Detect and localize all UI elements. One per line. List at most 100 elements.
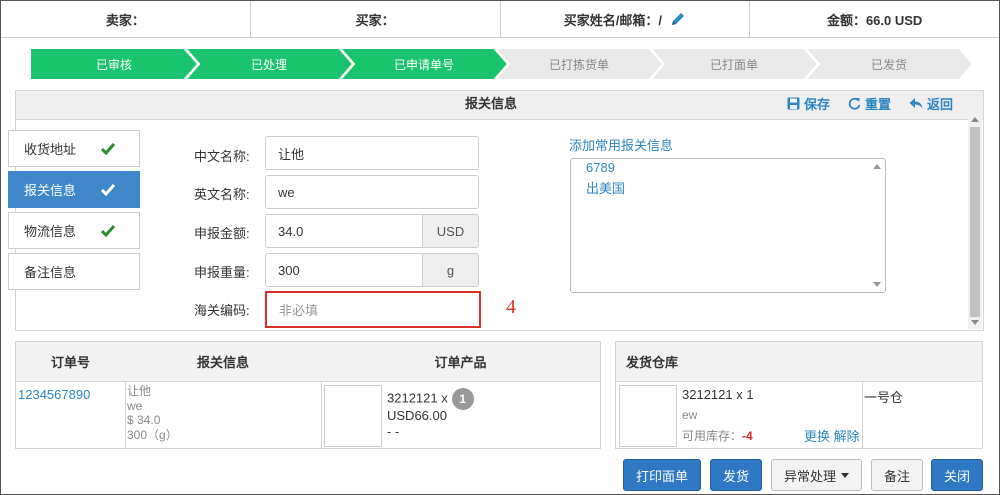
reset-label: 重置 <box>864 97 891 112</box>
declared-weight-label: 申报重量: <box>194 265 250 280</box>
product-sku-line: 3212121 x1 <box>387 388 474 410</box>
step-label: 已打面单 <box>709 57 758 72</box>
order-number-link[interactable]: 1234567890 <box>18 387 90 402</box>
buyer-label: 买家： <box>355 12 395 28</box>
unbind-warehouse-link[interactable]: 解除 <box>834 429 860 444</box>
declared-amount-label: 申报金额: <box>194 226 250 241</box>
exception-dropdown-button[interactable]: 异常处理 <box>771 459 862 491</box>
exception-label: 异常处理 <box>783 468 836 484</box>
scroll-up-arrow-icon[interactable] <box>873 164 881 169</box>
column-header-order-no: 订单号 <box>16 342 125 382</box>
note-button[interactable]: 备注 <box>871 459 923 491</box>
customs-template-list[interactable]: 6789 出美国 <box>570 158 886 293</box>
floppy-save-icon <box>787 97 800 110</box>
hs-code-input[interactable]: 非必填 <box>265 291 481 328</box>
column-header-order-products: 订单产品 <box>321 342 600 382</box>
checkmark-icon <box>101 143 115 155</box>
template-item[interactable]: 6789 <box>586 160 615 175</box>
save-button[interactable]: 保存 <box>787 94 830 113</box>
ship-button[interactable]: 发货 <box>710 459 762 491</box>
step-4: 已打拣货单 <box>495 48 663 80</box>
caret-down-icon <box>841 472 849 478</box>
panel-scrollbar[interactable] <box>968 113 982 329</box>
add-common-customs-link[interactable]: 添加常用报关信息 <box>569 135 673 154</box>
product-sku: 3212121 x <box>387 390 448 406</box>
scroll-down-arrow-icon[interactable] <box>971 320 979 325</box>
column-header-customs-info: 报关信息 <box>125 342 321 382</box>
save-label: 保存 <box>803 97 830 112</box>
amount-label: 金额：66.0 USD <box>826 12 923 28</box>
column-divider <box>862 382 863 449</box>
warehouse-sku-line: 3212121 x 1 <box>682 387 754 402</box>
print-label-button[interactable]: 打印面单 <box>623 459 701 491</box>
close-button[interactable]: 关闭 <box>931 459 983 491</box>
product-price: USD66.00 <box>387 408 447 423</box>
column-divider <box>125 382 126 449</box>
seller-cell: 卖家： <box>1 1 251 37</box>
nav-item-label: 报关信息 <box>24 183 77 198</box>
step-2: 已处理 <box>185 48 353 80</box>
customs-panel-actions: 保存 重置 返回 <box>787 94 953 113</box>
customs-panel-header: 报关信息 保存 重置 返回 <box>16 91 983 120</box>
column-divider <box>321 382 322 449</box>
available-stock-value: -4 <box>742 429 753 443</box>
customs-weight: 300（g） <box>127 427 178 442</box>
step-label: 已申请单号 <box>393 57 454 72</box>
refresh-icon <box>848 97 861 110</box>
scroll-down-arrow-icon[interactable] <box>873 282 881 287</box>
cn-name-label: 中文名称: <box>194 149 250 164</box>
warehouse-product-thumbnail <box>619 385 677 447</box>
order-customs-info: 让他 we $ 34.0 300（g） <box>127 384 178 442</box>
template-item[interactable]: 出美国 <box>586 178 625 197</box>
step-label: 已处理 <box>250 57 287 72</box>
warehouse-actions: 更换 解除 <box>804 426 860 445</box>
product-extra: - - <box>387 424 400 439</box>
buyer-cell: 买家： <box>251 1 501 37</box>
scrollbar-thumb[interactable] <box>970 127 980 317</box>
product-thumbnail <box>324 385 382 447</box>
declared-weight-unit: g <box>423 253 479 287</box>
buyer-name-email-label: 买家姓名/邮箱：/ <box>563 12 662 28</box>
nav-item-label: 物流信息 <box>24 224 77 239</box>
hs-code-label: 海关编码: <box>194 303 250 318</box>
back-button[interactable]: 返回 <box>909 94 953 113</box>
warehouse-table: 发货仓库 3212121 x 1 ew 可用库存：-4 更换 解除 一号仓 <box>615 341 983 449</box>
step-3: 已申请单号 <box>340 48 508 80</box>
checkmark-icon <box>101 184 115 196</box>
quantity-badge: 1 <box>451 388 474 410</box>
available-stock: 可用库存：-4 <box>682 427 753 444</box>
en-name-label: 英文名称: <box>194 187 250 202</box>
change-warehouse-link[interactable]: 更换 <box>804 429 830 444</box>
customs-en-name: we <box>127 398 143 413</box>
nav-item-label: 收货地址 <box>24 142 77 157</box>
customs-amount: $ 34.0 <box>127 413 161 427</box>
en-name-input[interactable]: we <box>265 175 479 209</box>
step-5: 已打面单 <box>650 48 818 80</box>
seller-label: 卖家： <box>105 12 145 28</box>
step-label: 已发货 <box>870 57 907 72</box>
nav-item-2[interactable]: 报关信息 <box>8 171 140 208</box>
nav-item-label: 备注信息 <box>24 265 77 280</box>
nav-item-3[interactable]: 物流信息 <box>8 212 140 249</box>
step-6: 已发货 <box>805 48 973 80</box>
cn-name-input[interactable]: 让他 <box>265 136 479 170</box>
step-label: 已审核 <box>95 57 132 72</box>
available-stock-label: 可用库存： <box>682 429 743 443</box>
declared-amount-input[interactable]: 34.0 <box>265 214 423 248</box>
scroll-up-arrow-icon[interactable] <box>971 117 979 122</box>
template-list-scrollbar[interactable] <box>871 160 884 291</box>
nav-item-4[interactable]: 备注信息 <box>8 253 140 290</box>
warehouse-header: 发货仓库 <box>616 342 982 382</box>
customs-cn-name: 让他 <box>127 384 152 398</box>
buyer-name-cell: 买家姓名/邮箱：/ <box>501 1 751 37</box>
reset-button[interactable]: 重置 <box>848 94 891 113</box>
nav-item-1[interactable]: 收货地址 <box>8 130 140 167</box>
back-label: 返回 <box>926 97 953 112</box>
declared-weight-input[interactable]: 300 <box>265 253 423 287</box>
edit-pencil-icon[interactable] <box>670 11 686 27</box>
warehouse-name: 一号仓 <box>864 390 904 405</box>
step-1: 已审核 <box>30 48 198 80</box>
back-arrow-icon <box>909 98 923 109</box>
warehouse-sub-line: ew <box>682 408 698 422</box>
progress-steps: 已审核 已处理 已申请单号 已打拣货单 已打面单 已发货 <box>30 48 980 80</box>
